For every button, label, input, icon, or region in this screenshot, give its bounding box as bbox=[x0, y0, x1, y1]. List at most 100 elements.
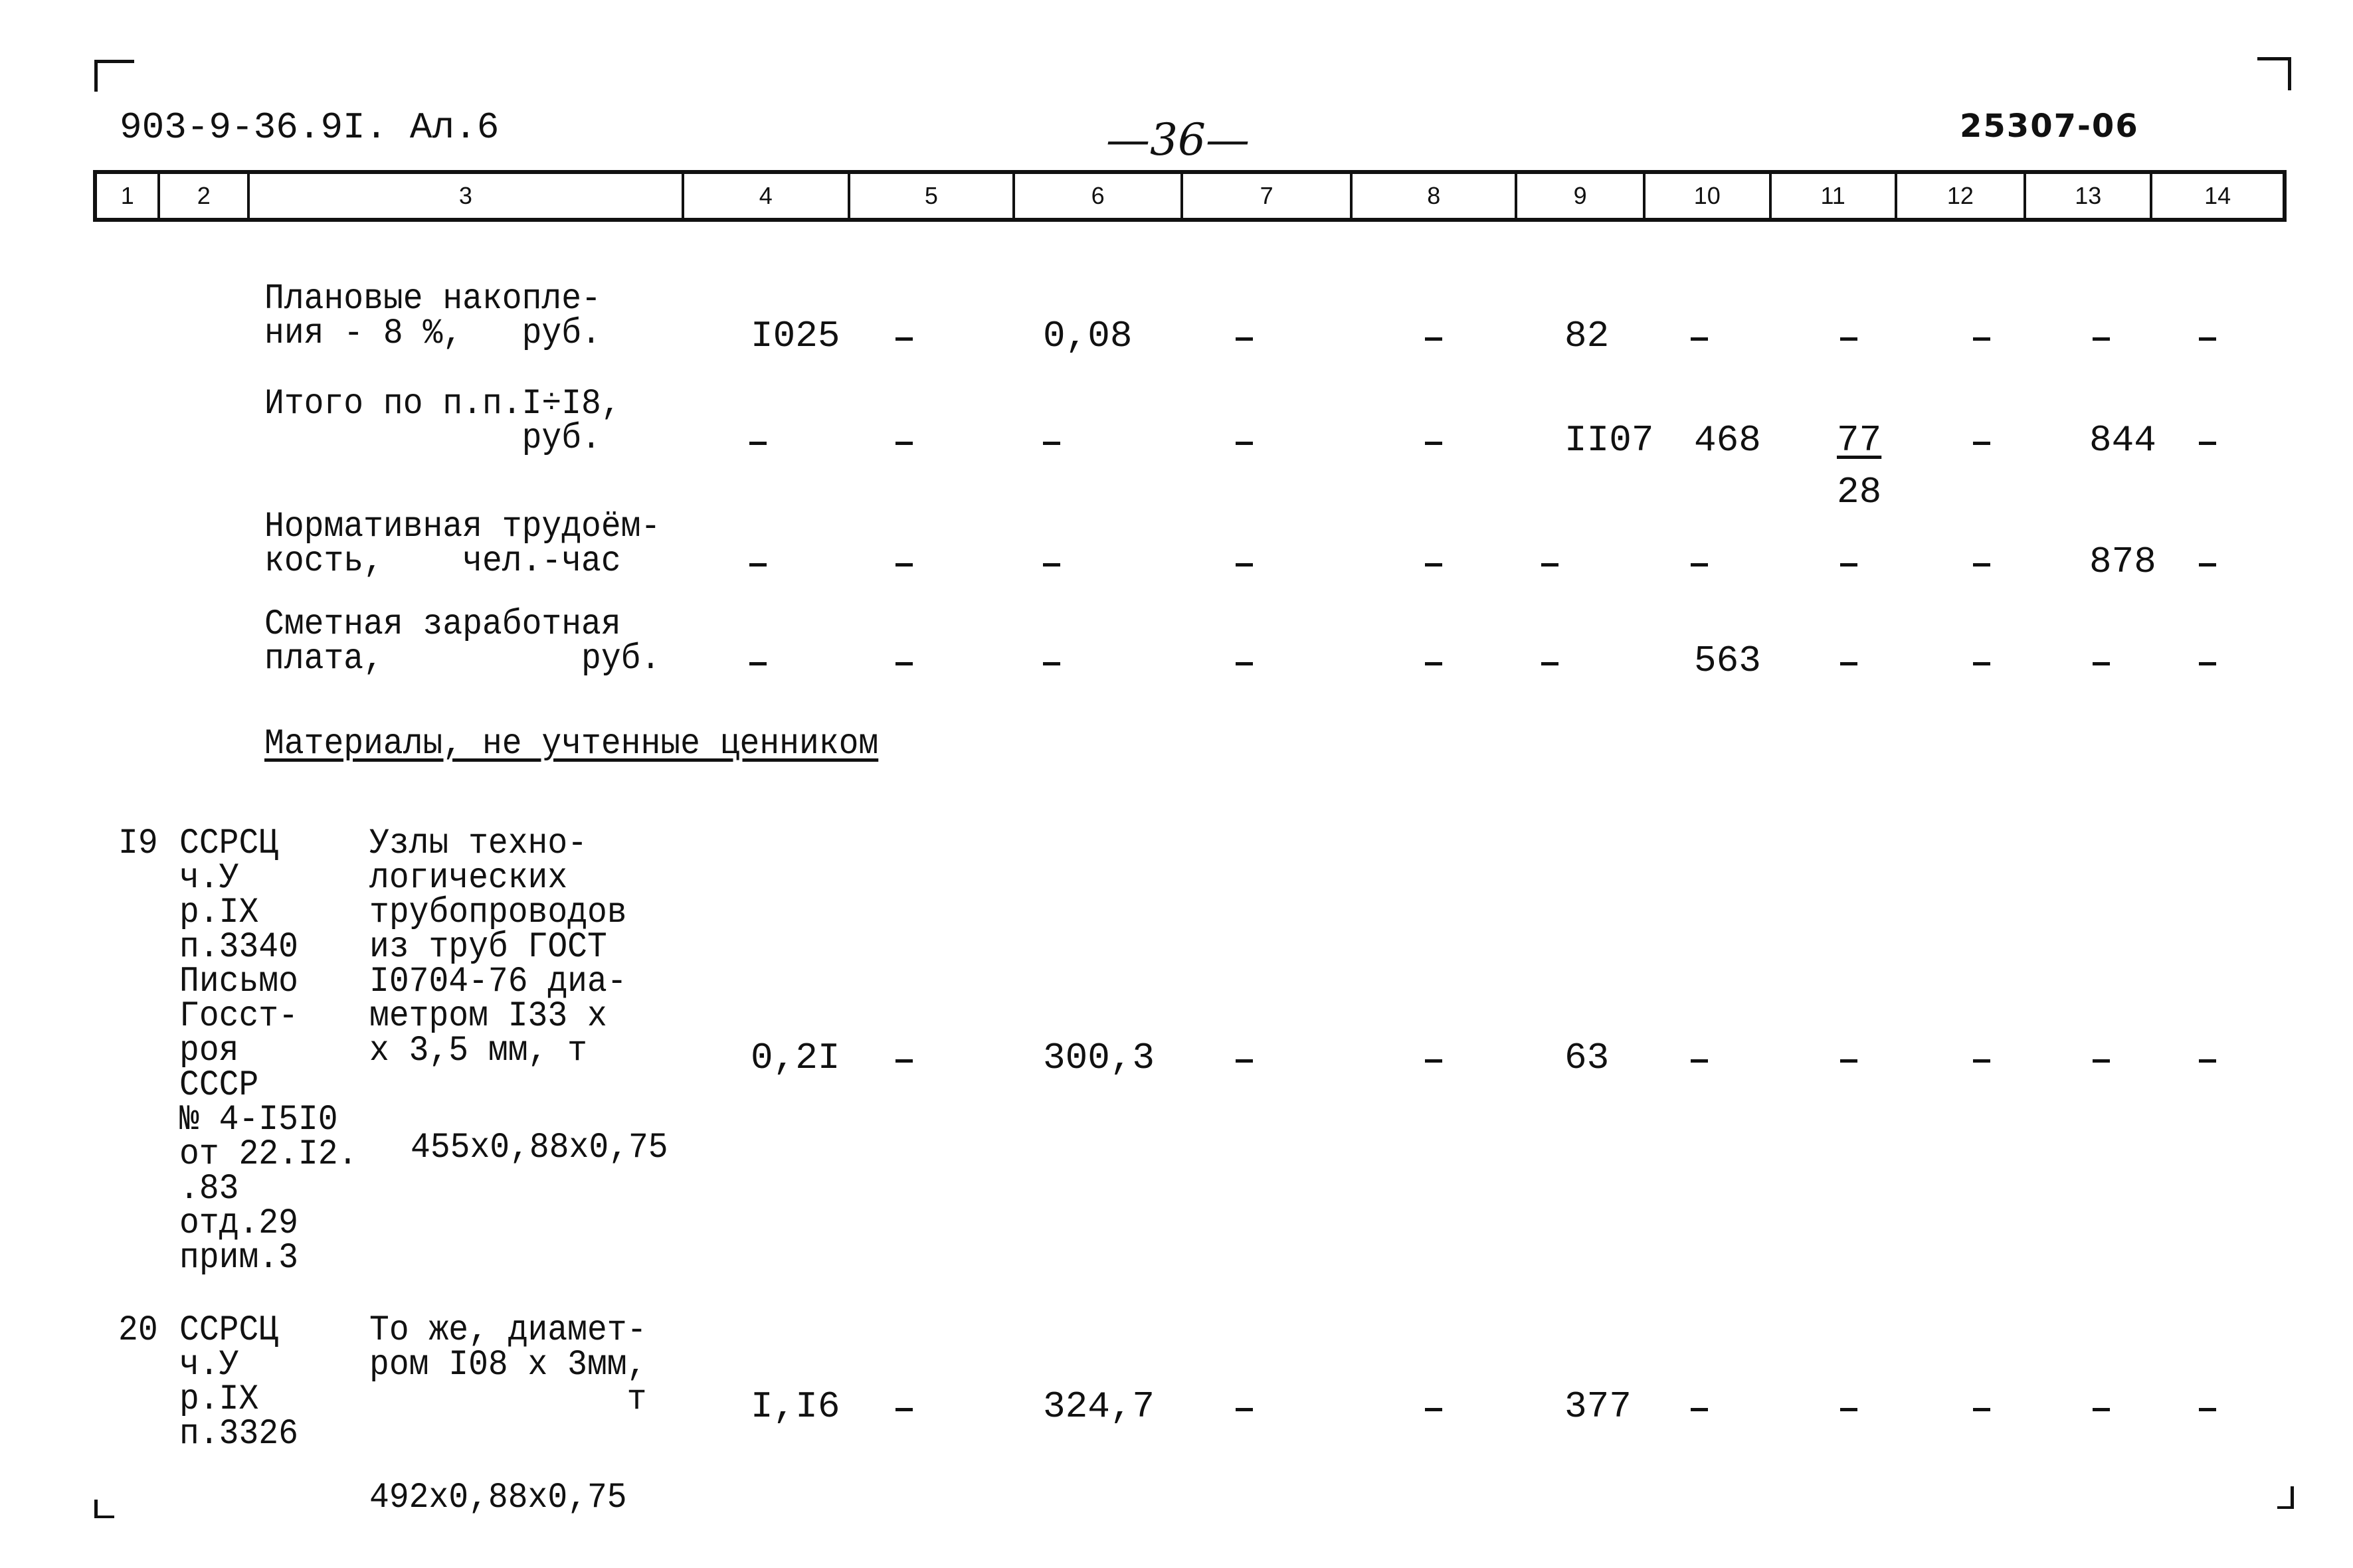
item-description: из труб ГОСТ bbox=[369, 927, 607, 968]
column-header: 10 bbox=[1642, 172, 1770, 220]
item-description: То же, диамет- bbox=[369, 1310, 647, 1351]
section-title: Материалы, не учтенные ценником bbox=[264, 724, 879, 764]
item-description: I0704-76 диа- bbox=[369, 962, 627, 1002]
empty-value-dash bbox=[1973, 1059, 1990, 1063]
cell-c13: 844 bbox=[2089, 419, 2156, 462]
corner-mark-bottom-right-h bbox=[2277, 1506, 2293, 1509]
summary-label: Нормативная трудоём- bbox=[264, 507, 661, 547]
column-header: 11 bbox=[1768, 172, 1896, 220]
item-reference: п.3326 bbox=[179, 1414, 298, 1454]
empty-value-dash bbox=[1840, 337, 1857, 341]
empty-value-dash bbox=[749, 442, 767, 445]
item-reference: .83 bbox=[179, 1169, 239, 1209]
empty-value-dash bbox=[1425, 337, 1442, 341]
inventory-stamp: 25307-06 bbox=[1960, 108, 2139, 145]
item-reference: р.IX bbox=[179, 893, 259, 933]
empty-value-dash bbox=[1973, 563, 1990, 566]
item-calculation: 455х0,88х0,75 bbox=[411, 1128, 668, 1168]
empty-value-dash bbox=[2093, 337, 2110, 341]
page-number: —36— bbox=[1106, 114, 1250, 165]
cell-c4: I,I6 bbox=[751, 1385, 840, 1428]
empty-value-dash bbox=[1425, 1408, 1442, 1411]
cell-c4: 0,2I bbox=[751, 1037, 840, 1079]
column-header: 5 bbox=[847, 172, 1014, 220]
corner-mark-top-right-h bbox=[2257, 57, 2291, 60]
summary-label: кость, чел.-час bbox=[264, 541, 621, 582]
column-header: 3 bbox=[247, 172, 683, 220]
empty-value-dash bbox=[1425, 1059, 1442, 1063]
column-header: 6 bbox=[1012, 172, 1182, 220]
empty-value-dash bbox=[2093, 1059, 2110, 1063]
empty-value-dash bbox=[2199, 337, 2216, 341]
corner-mark-top-left-h bbox=[94, 60, 134, 63]
document-code: 903-9-36.9I. Ал.6 bbox=[120, 106, 500, 149]
empty-value-dash bbox=[2199, 1408, 2216, 1411]
cell-c13: 878 bbox=[2089, 541, 2156, 583]
corner-mark-bottom-left-h bbox=[94, 1516, 114, 1518]
empty-value-dash bbox=[1043, 442, 1060, 445]
empty-value-dash bbox=[1973, 662, 1990, 665]
cell-c10: 468 bbox=[1694, 419, 1761, 462]
empty-value-dash bbox=[1425, 563, 1442, 566]
item-number: 20 bbox=[118, 1310, 158, 1351]
empty-value-dash bbox=[895, 662, 913, 665]
corner-mark-top-right bbox=[2288, 57, 2291, 90]
empty-value-dash bbox=[1425, 442, 1442, 445]
empty-value-dash bbox=[2199, 1059, 2216, 1063]
empty-value-dash bbox=[1840, 563, 1857, 566]
column-header: 14 bbox=[2150, 172, 2285, 220]
empty-value-dash bbox=[2199, 442, 2216, 445]
empty-value-dash bbox=[1236, 337, 1253, 341]
empty-value-dash bbox=[1840, 1059, 1857, 1063]
empty-value-dash bbox=[1236, 563, 1253, 566]
item-reference: роя bbox=[179, 1031, 239, 1071]
empty-value-dash bbox=[1691, 563, 1708, 566]
item-description: х 3,5 мм, т bbox=[369, 1031, 587, 1071]
summary-label: плата, руб. bbox=[264, 639, 661, 679]
empty-value-dash bbox=[1236, 1059, 1253, 1063]
column-header: 2 bbox=[157, 172, 249, 220]
item-reference: от 22.I2. bbox=[179, 1134, 358, 1175]
item-description: т bbox=[369, 1379, 647, 1420]
empty-value-dash bbox=[1973, 442, 1990, 445]
item-number: I9 bbox=[118, 824, 158, 864]
item-calculation: 492х0,88х0,75 bbox=[369, 1478, 627, 1518]
empty-value-dash bbox=[1425, 662, 1442, 665]
empty-value-dash bbox=[1973, 1408, 1990, 1411]
empty-value-dash bbox=[1973, 337, 1990, 341]
empty-value-dash bbox=[1840, 662, 1857, 665]
item-reference: ч.У bbox=[179, 1345, 239, 1385]
empty-value-dash bbox=[895, 1059, 913, 1063]
corner-mark-top-left bbox=[94, 60, 98, 92]
empty-value-dash bbox=[895, 337, 913, 341]
empty-value-dash bbox=[1541, 563, 1558, 566]
item-description: метром I33 х bbox=[369, 996, 607, 1037]
item-description: логических bbox=[369, 858, 568, 899]
item-description: Узлы техно- bbox=[369, 824, 587, 864]
item-reference: СССР bbox=[179, 1065, 259, 1106]
item-reference: Госст- bbox=[179, 996, 298, 1037]
column-header: 8 bbox=[1350, 172, 1517, 220]
item-reference: ч.У bbox=[179, 858, 239, 899]
cell-c11: 77 bbox=[1837, 419, 1882, 462]
empty-value-dash bbox=[1043, 662, 1060, 665]
empty-value-dash bbox=[895, 1408, 913, 1411]
empty-value-dash bbox=[895, 442, 913, 445]
empty-value-dash bbox=[1541, 662, 1558, 665]
cell-c6: 300,3 bbox=[1043, 1037, 1155, 1079]
item-reference: ССРСЦ bbox=[179, 1310, 279, 1351]
empty-value-dash bbox=[895, 563, 913, 566]
item-reference: Письмо bbox=[179, 962, 298, 1002]
empty-value-dash bbox=[1236, 1408, 1253, 1411]
item-reference: прим.3 bbox=[179, 1238, 298, 1278]
empty-value-dash bbox=[2093, 662, 2110, 665]
empty-value-dash bbox=[1236, 662, 1253, 665]
column-number-header: 1 2 3 4 5 6 7 8 9 10 11 12 13 14 bbox=[93, 170, 2287, 222]
empty-value-dash bbox=[749, 563, 767, 566]
item-reference: ССРСЦ bbox=[179, 824, 279, 864]
cell-c9: 63 bbox=[1564, 1037, 1610, 1079]
empty-value-dash bbox=[1236, 442, 1253, 445]
summary-label: Плановые накопле- bbox=[264, 279, 601, 319]
column-header: 4 bbox=[681, 172, 849, 220]
cell-c9: II07 bbox=[1564, 419, 1654, 462]
